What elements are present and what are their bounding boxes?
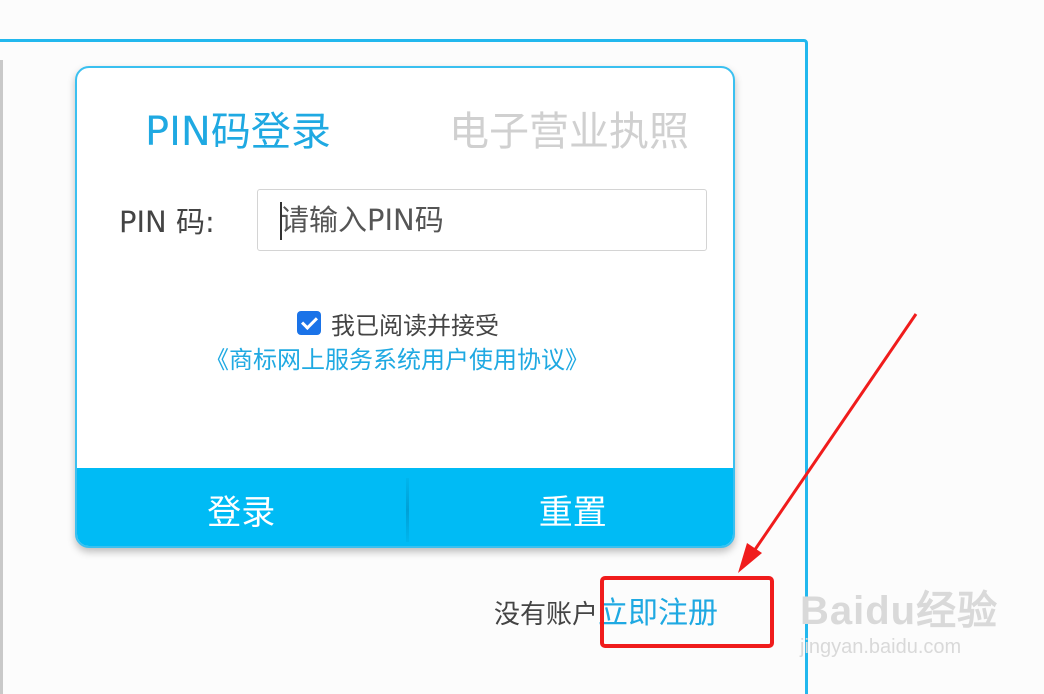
watermark-url: jingyan.baidu.com — [800, 636, 962, 658]
baidu-watermark: Baidu经验 jingyan.baidu.com — [800, 578, 998, 659]
watermark-logo: Baidu经验 — [800, 589, 999, 633]
